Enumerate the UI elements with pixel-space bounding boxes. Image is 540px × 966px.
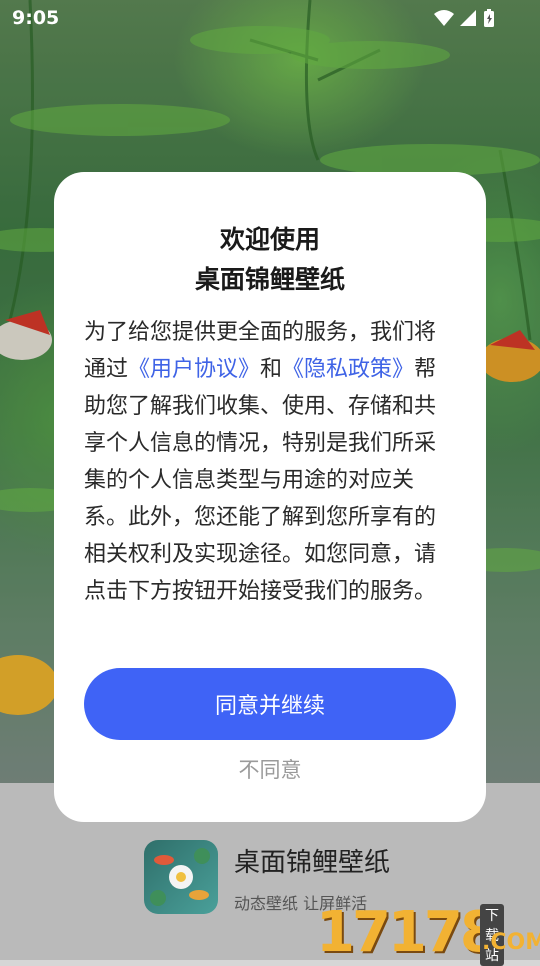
- watermark-digits: 17178: [316, 900, 499, 965]
- app-icon: [144, 840, 218, 914]
- status-time: 9:05: [12, 7, 60, 29]
- koi-logo-icon: [150, 848, 210, 906]
- status-bar: 9:05: [0, 0, 540, 36]
- dialog-body: 为了给您提供更全面的服务，我们将通过《用户协议》和《隐私政策》帮助您了解我们收集…: [84, 314, 456, 610]
- watermark-domain: .COM: [482, 930, 540, 955]
- site-watermark: 17178 下载站 .COM: [316, 900, 540, 966]
- status-icons: [432, 8, 502, 33]
- user-agreement-link[interactable]: 《用户协议》: [128, 357, 260, 382]
- battery-charging-icon: [484, 9, 494, 27]
- privacy-policy-link[interactable]: 《隐私政策》: [282, 357, 414, 382]
- disagree-button[interactable]: 不同意: [54, 754, 486, 784]
- dialog-title-welcome: 欢迎使用: [219, 225, 320, 254]
- dialog-title-app-name: 桌面锦鲤壁纸: [194, 265, 345, 294]
- signal-icon: [460, 10, 476, 26]
- wifi-icon: [434, 10, 454, 26]
- app-name: 桌面锦鲤壁纸: [234, 848, 391, 878]
- agree-continue-button[interactable]: 同意并继续: [84, 668, 456, 740]
- privacy-dialog: 欢迎使用 桌面锦鲤壁纸 为了给您提供更全面的服务，我们将通过《用户协议》和《隐私…: [54, 172, 486, 822]
- body-text-and: 和: [260, 357, 283, 382]
- body-text-details: 帮助您了解我们收集、使用、存储和共享个人信息的情况，特别是我们所采集的个人信息类…: [84, 357, 437, 604]
